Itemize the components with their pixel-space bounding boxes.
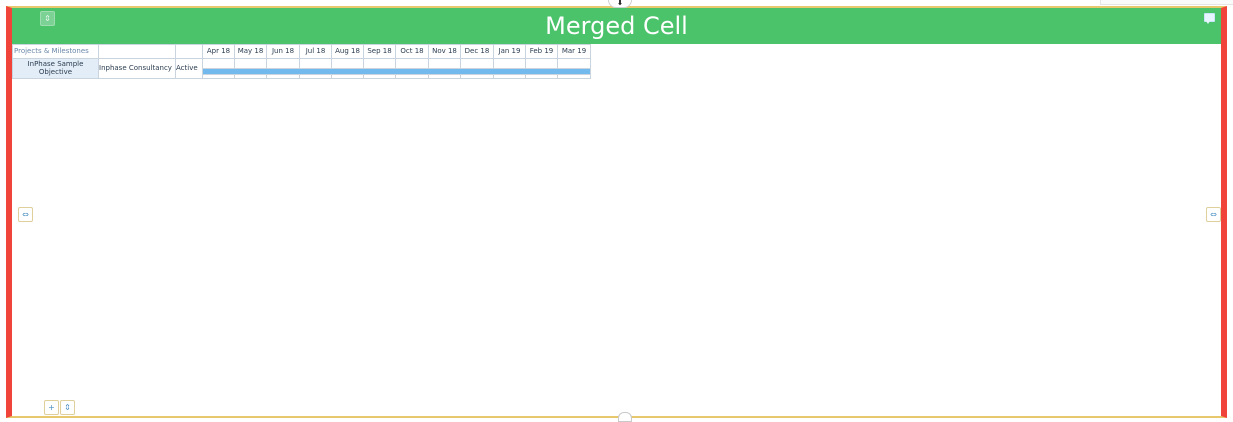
month-header: Feb 19 <box>525 44 558 59</box>
timeline-cell <box>395 74 429 79</box>
timeline-cell <box>202 74 235 79</box>
down-arrow-icon: ⬇ <box>616 0 624 7</box>
month-header: Nov 18 <box>428 44 461 59</box>
top-right-panel-edge <box>1100 0 1233 5</box>
month-header: Jul 18 <box>299 44 332 59</box>
month-header: Dec 18 <box>460 44 494 59</box>
timeline-cell <box>202 58 235 69</box>
timeline-cell <box>428 58 461 69</box>
owner-cell: Inphase Consultancy <box>98 58 176 79</box>
timeline-cell <box>428 74 461 79</box>
merged-cell-panel: Merged Cell ⇕ Projects & Milestones Apr … <box>6 6 1227 422</box>
timeline-cell <box>460 74 494 79</box>
timeline-cell <box>525 74 558 79</box>
timeline-cell <box>460 58 494 69</box>
timeline-cell <box>363 74 396 79</box>
comment-icon[interactable] <box>1204 13 1215 24</box>
move-vertical-icon: ⇕ <box>64 402 71 412</box>
panel-title: Merged Cell <box>545 12 688 40</box>
gantt-table: Projects & Milestones Apr 18 May 18 Jun … <box>12 44 591 79</box>
timeline-cell <box>266 58 300 69</box>
gantt-grid: Projects & Milestones Apr 18 May 18 Jun … <box>12 44 591 79</box>
owner-header <box>98 44 176 59</box>
month-header: Jan 19 <box>493 44 526 59</box>
timeline-cell <box>299 74 332 79</box>
month-header: May 18 <box>234 44 267 59</box>
table-row[interactable]: InPhase Sample Objective Inphase Consult… <box>12 58 591 79</box>
timeline-cell <box>299 58 332 69</box>
resize-right-symbol: ⇔ <box>1210 209 1217 219</box>
month-header: Aug 18 <box>331 44 364 59</box>
timeline-cell <box>234 74 267 79</box>
timeline-cell <box>266 74 300 79</box>
timeline-cell <box>331 58 364 69</box>
header-row: Projects & Milestones Apr 18 May 18 Jun … <box>12 44 591 59</box>
timeline-cell <box>331 74 364 79</box>
month-header: Apr 18 <box>202 44 235 59</box>
add-button[interactable]: + <box>44 400 59 415</box>
timeline-cell <box>234 58 267 69</box>
bottom-resize-knob[interactable] <box>618 412 632 422</box>
move-symbol: ⇕ <box>44 13 51 23</box>
panel-header: Merged Cell ⇕ <box>12 8 1221 44</box>
timeline-cell <box>363 58 396 69</box>
month-header: Mar 19 <box>557 44 591 59</box>
objective-cell[interactable]: InPhase Sample Objective <box>12 58 99 79</box>
status-header <box>175 44 203 59</box>
status-cell: Active <box>175 58 203 79</box>
timeline-cell <box>395 58 429 69</box>
move-vertical-button[interactable]: ⇕ <box>60 400 75 415</box>
month-header: Sep 18 <box>363 44 396 59</box>
timeline-cell <box>493 74 526 79</box>
month-header: Jun 18 <box>266 44 300 59</box>
move-handle-icon[interactable]: ⇕ <box>40 11 55 26</box>
resize-left-icon[interactable]: ⇔ <box>18 207 33 222</box>
resize-right-icon[interactable]: ⇔ <box>1206 207 1221 222</box>
timeline-cell <box>557 58 591 69</box>
plus-icon: + <box>48 402 55 412</box>
projects-milestones-header: Projects & Milestones <box>12 44 99 59</box>
month-header: Oct 18 <box>395 44 429 59</box>
timeline-cell <box>525 58 558 69</box>
timeline-cell <box>493 58 526 69</box>
timeline-cell <box>557 74 591 79</box>
resize-left-symbol: ⇔ <box>22 209 29 219</box>
